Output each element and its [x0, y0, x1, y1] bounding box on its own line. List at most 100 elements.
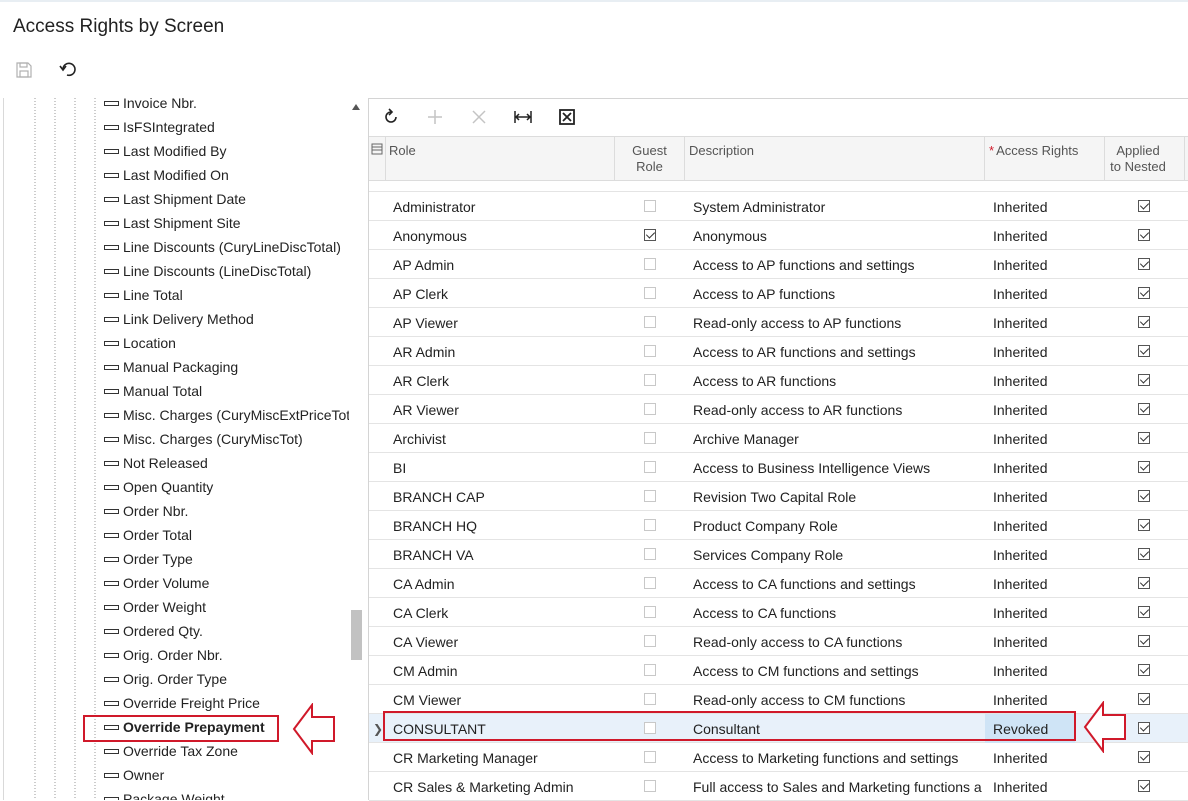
column-header-guest-role[interactable]: Guest Role — [615, 137, 684, 181]
cell-description[interactable]: Access to CA functions and settings — [693, 569, 983, 598]
cell-role[interactable]: BRANCH HQ — [393, 511, 613, 540]
field-tree[interactable]: Invoice Nbr. IsFSIntegrated Last Modified … — [3, 98, 362, 800]
cell-role[interactable]: Anonymous — [393, 221, 613, 250]
cell-access-rights[interactable]: Inherited — [985, 221, 1075, 250]
cell-description[interactable]: Access to Business Intelligence Views — [693, 453, 983, 482]
cell-description[interactable]: Access to AP functions — [693, 279, 983, 308]
tree-item[interactable]: Manual Total — [104, 379, 202, 403]
applied-nested-checkbox[interactable] — [1138, 635, 1150, 647]
cell-role[interactable]: CA Viewer — [393, 627, 613, 656]
cell-role[interactable]: Archivist — [393, 424, 613, 453]
undo-button[interactable] — [58, 60, 78, 80]
cell-description[interactable]: Access to Marketing functions and settin… — [693, 743, 983, 772]
tree-item[interactable]: Package Weight — [104, 787, 225, 800]
add-row-button[interactable] — [425, 107, 445, 127]
table-row[interactable]: CA Admin Access to CA functions and setti… — [369, 569, 1188, 598]
column-header-access-rights[interactable]: * Access Rights — [989, 137, 1104, 181]
table-row[interactable]: CA Viewer Read-only access to CA function… — [369, 627, 1188, 656]
tree-item[interactable]: Link Delivery Method — [104, 307, 254, 331]
table-row[interactable]: AP Viewer Read-only access to AP function… — [369, 308, 1188, 337]
applied-nested-checkbox[interactable] — [1138, 432, 1150, 444]
tree-item[interactable]: Last Modified By — [104, 139, 227, 163]
tree-item[interactable]: Ordered Qty. — [104, 619, 203, 643]
table-row[interactable]: AP Admin Access to AP functions and setti… — [369, 250, 1188, 279]
tree-item[interactable]: Order Type — [104, 547, 193, 571]
tree-item[interactable]: Manual Packaging — [104, 355, 238, 379]
table-row[interactable]: Anonymous Anonymous Inherited — [369, 221, 1188, 250]
tree-item[interactable]: Order Nbr. — [104, 499, 188, 523]
table-row[interactable]: Archivist Archive Manager Inherited — [369, 424, 1188, 453]
cell-access-rights[interactable]: Inherited — [985, 424, 1075, 453]
tree-item[interactable]: Last Shipment Date — [104, 187, 246, 211]
cell-description[interactable]: Revision Two Capital Role — [693, 482, 983, 511]
column-header-description[interactable]: Description — [689, 137, 984, 181]
cell-description[interactable]: Access to AR functions — [693, 366, 983, 395]
guest-role-checkbox[interactable] — [644, 316, 656, 328]
cell-access-rights[interactable]: Inherited — [985, 511, 1075, 540]
guest-role-checkbox[interactable] — [644, 287, 656, 299]
cell-role[interactable]: BI — [393, 453, 613, 482]
tree-item[interactable]: Override Freight Price — [104, 691, 260, 715]
column-header-applied-nested[interactable]: Applied to Nested — [1105, 137, 1171, 181]
applied-nested-checkbox[interactable] — [1138, 751, 1150, 763]
tree-item[interactable]: Invoice Nbr. — [104, 98, 197, 115]
guest-role-checkbox[interactable] — [644, 374, 656, 386]
applied-nested-checkbox[interactable] — [1138, 693, 1150, 705]
table-row[interactable]: BI Access to Business Intelligence Views I… — [369, 453, 1188, 482]
applied-nested-checkbox[interactable] — [1138, 229, 1150, 241]
cell-description[interactable]: Access to AR functions and settings — [693, 337, 983, 366]
table-row[interactable]: BRANCH VA Services Company Role Inherited — [369, 540, 1188, 569]
tree-item[interactable]: IsFSIntegrated — [104, 115, 215, 139]
applied-nested-checkbox[interactable] — [1138, 316, 1150, 328]
cell-role[interactable]: Administrator — [393, 192, 613, 221]
guest-role-checkbox[interactable] — [644, 345, 656, 357]
delete-row-button[interactable] — [469, 107, 489, 127]
tree-item[interactable]: Misc. Charges (CuryMiscExtPriceTotal) — [104, 403, 362, 427]
tree-item[interactable]: Owner — [104, 763, 164, 787]
tree-item[interactable]: Orig. Order Nbr. — [104, 643, 223, 667]
cell-description[interactable]: Product Company Role — [693, 511, 983, 540]
cell-role[interactable]: BRANCH CAP — [393, 482, 613, 511]
guest-role-checkbox[interactable] — [644, 461, 656, 473]
table-row[interactable]: Administrator System Administrator Inherit… — [369, 192, 1188, 221]
cell-access-rights[interactable]: Inherited — [985, 395, 1075, 424]
cell-access-rights[interactable]: Inherited — [985, 743, 1075, 772]
guest-role-checkbox[interactable] — [644, 751, 656, 763]
guest-role-checkbox[interactable] — [644, 490, 656, 502]
cell-role[interactable]: AR Admin — [393, 337, 613, 366]
cell-role[interactable]: AP Viewer — [393, 308, 613, 337]
cell-description[interactable]: Access to CM functions and settings — [693, 656, 983, 685]
tree-item[interactable]: Order Weight — [104, 595, 206, 619]
cell-access-rights[interactable]: Inherited — [985, 192, 1075, 221]
tree-item[interactable]: Location — [104, 331, 176, 355]
guest-role-checkbox[interactable] — [644, 258, 656, 270]
cell-description[interactable]: Anonymous — [693, 221, 983, 250]
cell-role[interactable]: CA Clerk — [393, 598, 613, 627]
applied-nested-checkbox[interactable] — [1138, 345, 1150, 357]
cell-access-rights[interactable]: Inherited — [985, 627, 1075, 656]
cell-access-rights[interactable]: Inherited — [985, 656, 1075, 685]
guest-role-checkbox[interactable] — [644, 693, 656, 705]
table-row[interactable]: CA Clerk Access to CA functions Inherited — [369, 598, 1188, 627]
tree-item[interactable]: Line Discounts (CuryLineDiscTotal) — [104, 235, 341, 259]
tree-item[interactable]: Last Modified On — [104, 163, 229, 187]
guest-role-checkbox[interactable] — [644, 606, 656, 618]
table-row[interactable]: AR Clerk Access to AR functions Inherited — [369, 366, 1188, 395]
tree-item[interactable]: Line Total — [104, 283, 183, 307]
tree-item[interactable]: Line Discounts (LineDiscTotal) — [104, 259, 311, 283]
guest-role-checkbox[interactable] — [644, 780, 656, 792]
cell-access-rights[interactable]: Inherited — [985, 772, 1075, 801]
fit-columns-button[interactable] — [513, 107, 533, 127]
cell-description[interactable]: Full access to Sales and Marketing funct… — [693, 772, 983, 801]
cell-description[interactable]: Archive Manager — [693, 424, 983, 453]
table-row[interactable]: CR Marketing Manager Access to Marketing … — [369, 743, 1188, 772]
cell-access-rights[interactable]: Inherited — [985, 279, 1075, 308]
applied-nested-checkbox[interactable] — [1138, 490, 1150, 502]
tree-item[interactable]: Order Volume — [104, 571, 209, 595]
applied-nested-checkbox[interactable] — [1138, 664, 1150, 676]
tree-item[interactable]: Misc. Charges (CuryMiscTot) — [104, 427, 303, 451]
cell-role[interactable]: BRANCH VA — [393, 540, 613, 569]
applied-nested-checkbox[interactable] — [1138, 287, 1150, 299]
cell-access-rights[interactable]: Inherited — [985, 540, 1075, 569]
cell-role[interactable]: AP Admin — [393, 250, 613, 279]
